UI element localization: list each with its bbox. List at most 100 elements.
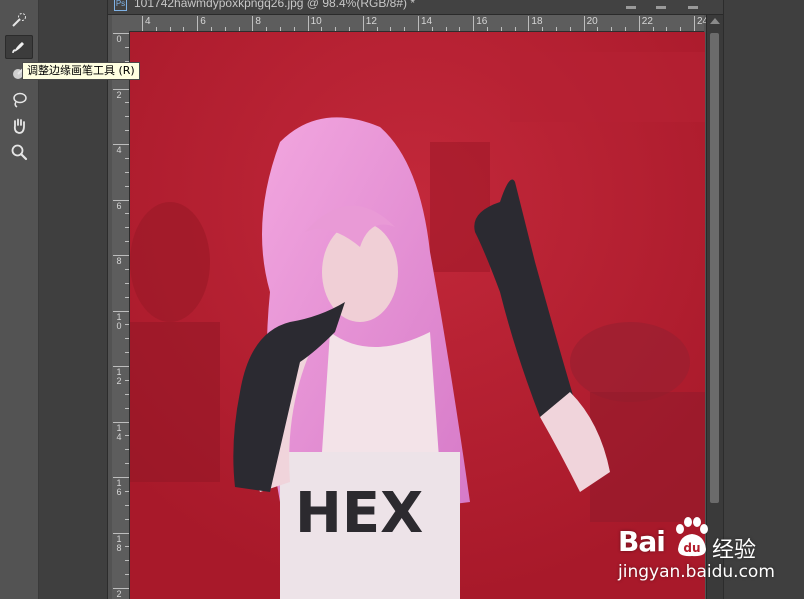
- ruler-minor-tick: [125, 435, 129, 437]
- workspace-background-right: [722, 0, 804, 599]
- ruler-minor-tick: [680, 27, 682, 31]
- zoom-icon: [11, 144, 28, 161]
- ruler-label: 2: [116, 589, 122, 599]
- photo-with-red-overlay: HEX: [130, 32, 705, 599]
- lasso-tool[interactable]: [5, 88, 33, 112]
- maximize-button[interactable]: [654, 1, 668, 11]
- ruler-minor-tick: [125, 518, 129, 520]
- ruler-label: 18: [531, 16, 543, 27]
- ruler-minor-tick: [349, 27, 350, 31]
- document-title: 101742hawmdypoxkpngq26.jpg @ 98.4%(RGB/8…: [134, 0, 416, 10]
- ruler-label: 4: [116, 145, 122, 155]
- ruler-minor-tick: [125, 268, 129, 270]
- ruler-minor-tick: [125, 560, 129, 562]
- ruler-minor-tick: [125, 449, 129, 451]
- ruler-minor-tick: [125, 463, 129, 465]
- ruler-label: 10: [116, 311, 122, 331]
- ruler-minor-tick: [125, 102, 129, 104]
- ruler-minor-tick: [125, 157, 129, 159]
- ruler-minor-tick: [125, 393, 129, 395]
- refine-radius-brush-icon: [12, 42, 24, 54]
- tools-panel: [0, 0, 39, 599]
- ruler-tick: [583, 16, 585, 31]
- ruler-minor-tick: [266, 27, 268, 31]
- bg-figure-left: [130, 202, 210, 322]
- scrollbar-thumb[interactable]: [710, 33, 719, 503]
- scroll-up-icon[interactable]: [710, 18, 720, 24]
- jingyan-text: 经验: [712, 538, 757, 563]
- file-type-icon: Ps: [114, 0, 127, 11]
- ruler-minor-tick: [487, 27, 488, 31]
- ruler-minor-tick: [445, 27, 447, 31]
- ruler-label: 12: [365, 16, 377, 27]
- document-tab[interactable]: Ps 101742hawmdypoxkpngq26.jpg @ 98.4%(RG…: [108, 0, 723, 15]
- ruler-minor-tick: [542, 27, 544, 31]
- ruler-label: 6: [116, 200, 122, 211]
- lasso-icon: [13, 92, 27, 108]
- vertical-scrollbar[interactable]: [706, 15, 723, 599]
- ruler-tick: [694, 16, 695, 31]
- ruler-minor-tick: [125, 171, 129, 173]
- ruler-minor-tick: [125, 407, 129, 409]
- baidu-logo-text: Bai: [618, 525, 666, 558]
- zoom-tool[interactable]: [5, 140, 33, 164]
- ruler-minor-tick: [224, 27, 226, 31]
- vertical-ruler[interactable]: 0 2 4 6 8 10 12 14 16 18 2: [112, 31, 130, 599]
- paw-text: du: [683, 541, 700, 555]
- watermark-url: jingyan.baidu.com: [618, 562, 775, 582]
- minimize-button[interactable]: [624, 1, 638, 11]
- ruler-tick: [473, 16, 475, 31]
- ruler-minor-tick: [500, 27, 502, 31]
- ruler-minor-tick: [390, 27, 392, 31]
- ruler-label: 20: [586, 16, 598, 27]
- minimize-icon: [626, 6, 636, 9]
- baidu-paw-icon: du: [676, 517, 708, 557]
- ruler-tick: [252, 16, 254, 31]
- ruler-label: 10: [310, 16, 322, 27]
- ruler-label: 18: [116, 533, 122, 553]
- ruler-minor-tick: [125, 185, 129, 187]
- ruler-minor-tick: [293, 27, 295, 31]
- ruler-minor-tick: [125, 504, 129, 506]
- ruler-minor-tick: [335, 27, 337, 31]
- hand-tool[interactable]: [5, 114, 33, 138]
- ruler-minor-tick: [514, 27, 516, 31]
- ruler-minor-tick: [125, 241, 129, 243]
- horizontal-ruler[interactable]: 4 6 8 10 12 14 16 18 20 22 24: [129, 15, 708, 32]
- ruler-label: 14: [116, 422, 122, 442]
- refine-radius-tool[interactable]: [5, 35, 33, 59]
- workspace-background: [39, 0, 107, 599]
- close-icon: [688, 6, 698, 9]
- ruler-tick: [362, 16, 364, 31]
- ruler-minor-tick: [625, 27, 626, 31]
- ruler-label: 16: [116, 478, 122, 497]
- image-canvas[interactable]: HEX: [130, 32, 705, 599]
- tool-tooltip: 调整边缘画笔工具 (R): [22, 62, 140, 80]
- close-button[interactable]: [686, 1, 700, 11]
- ruler-minor-tick: [569, 27, 571, 31]
- ruler-label: 6: [200, 16, 206, 27]
- ruler-minor-tick: [666, 27, 668, 31]
- ruler-minor-tick: [211, 27, 212, 31]
- ruler-label: 2: [116, 89, 122, 100]
- document-window: Ps 101742hawmdypoxkpngq26.jpg @ 98.4%(RG…: [107, 0, 724, 599]
- ruler-minor-tick: [556, 27, 557, 31]
- quick-selection-tool[interactable]: [5, 8, 33, 32]
- ruler-label: 8: [116, 256, 122, 266]
- ruler-tick: [638, 16, 640, 31]
- ruler-minor-tick: [611, 27, 613, 31]
- ruler-label: 22: [641, 16, 653, 27]
- ruler-minor-tick: [125, 46, 129, 48]
- ruler-minor-tick: [376, 27, 378, 31]
- ruler-minor-tick: [125, 213, 129, 215]
- ruler-minor-tick: [125, 379, 129, 381]
- photoshop-window: Ps 101742hawmdypoxkpngq26.jpg @ 98.4%(RG…: [0, 0, 804, 599]
- ruler-origin[interactable]: [112, 15, 129, 32]
- ruler-minor-tick: [652, 27, 654, 31]
- ruler-label: 12: [116, 367, 122, 386]
- ruler-tick: [528, 16, 530, 31]
- ruler-minor-tick: [125, 574, 129, 576]
- ruler-minor-tick: [169, 27, 171, 31]
- ruler-minor-tick: [155, 27, 157, 31]
- baidu-jingyan-watermark: Bai du 经验 jingyan.baidu.com: [616, 515, 796, 585]
